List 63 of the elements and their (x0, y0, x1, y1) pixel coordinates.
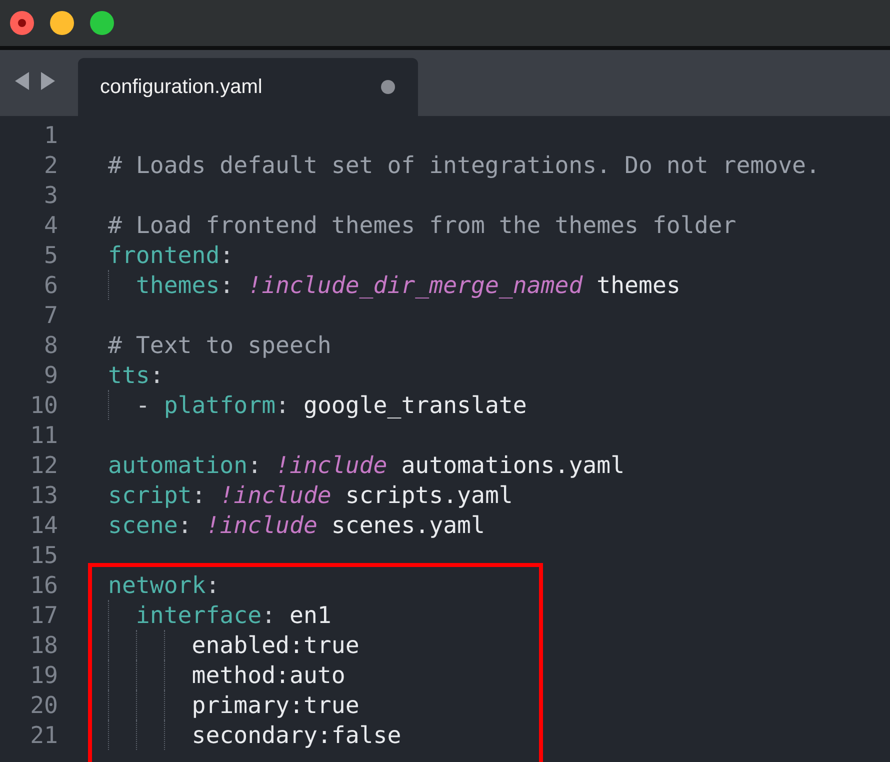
yaml-key: network (108, 572, 206, 598)
yaml-punctuation: : (192, 482, 206, 508)
yaml-tag: !include_dir_merge_named (248, 272, 583, 298)
yaml-value: themes (596, 272, 680, 298)
yaml-key: script (108, 482, 192, 508)
yaml-key: platform (164, 392, 276, 418)
line-number: 1 (43, 122, 58, 148)
zoom-button[interactable] (90, 11, 114, 35)
yaml-punctuation: : (220, 272, 234, 298)
back-icon[interactable] (15, 72, 29, 90)
yaml-tag: !include (206, 512, 318, 538)
yaml-value: method:auto (192, 662, 346, 688)
line-number: 8 (43, 332, 58, 358)
line-number: 17 (29, 602, 58, 628)
yaml-key: tts (108, 362, 150, 388)
yaml-key: interface (136, 602, 262, 628)
line-number: 6 (43, 272, 58, 298)
yaml-value: scenes.yaml (331, 512, 485, 538)
line-number: 14 (29, 512, 58, 538)
line-number: 16 (29, 572, 58, 598)
minimize-button[interactable] (50, 11, 74, 35)
line-number: 21 (29, 722, 58, 748)
forward-icon[interactable] (41, 72, 55, 90)
yaml-punctuation: : (178, 512, 192, 538)
line-number: 9 (43, 362, 58, 388)
line-number: 5 (43, 242, 58, 268)
yaml-key: themes (136, 272, 220, 298)
line-number: 19 (29, 662, 58, 688)
yaml-punctuation: : (150, 362, 164, 388)
file-tab[interactable]: configuration.yaml (78, 58, 418, 116)
comment-text: # Loads default set of integrations. Do not remove. (108, 152, 820, 178)
comment-text: # Load frontend themes from the themes folder (108, 212, 736, 238)
yaml-value: primary:true (192, 692, 360, 718)
line-number: 15 (29, 542, 58, 568)
line-number: 3 (43, 182, 58, 208)
yaml-tag: !include (220, 482, 332, 508)
line-number: 7 (43, 302, 58, 328)
yaml-key: scene (108, 512, 178, 538)
line-number: 13 (29, 482, 58, 508)
yaml-punctuation: : (206, 572, 220, 598)
line-number: 11 (29, 422, 58, 448)
line-number: 2 (43, 152, 58, 178)
yaml-value: automations.yaml (401, 452, 625, 478)
yaml-value: google_translate (303, 392, 527, 418)
yaml-punctuation: - (136, 392, 150, 418)
line-number: 4 (43, 212, 58, 238)
close-button[interactable] (10, 11, 34, 35)
yaml-key: frontend (108, 242, 220, 268)
line-number: 10 (29, 392, 58, 418)
yaml-value: en1 (290, 602, 332, 628)
line-number: 18 (29, 632, 58, 658)
yaml-punctuation: : (248, 452, 262, 478)
yaml-value: scripts.yaml (345, 482, 513, 508)
comment-text: # Text to speech (108, 332, 332, 358)
yaml-value: enabled:true (192, 632, 360, 658)
yaml-tag: !include (276, 452, 388, 478)
yaml-punctuation: : (220, 242, 234, 268)
yaml-value: secondary:false (192, 722, 402, 748)
yaml-punctuation: : (276, 392, 290, 418)
yaml-punctuation: : (262, 602, 276, 628)
yaml-key: automation (108, 452, 248, 478)
line-number: 20 (29, 692, 58, 718)
line-number: 12 (29, 452, 58, 478)
